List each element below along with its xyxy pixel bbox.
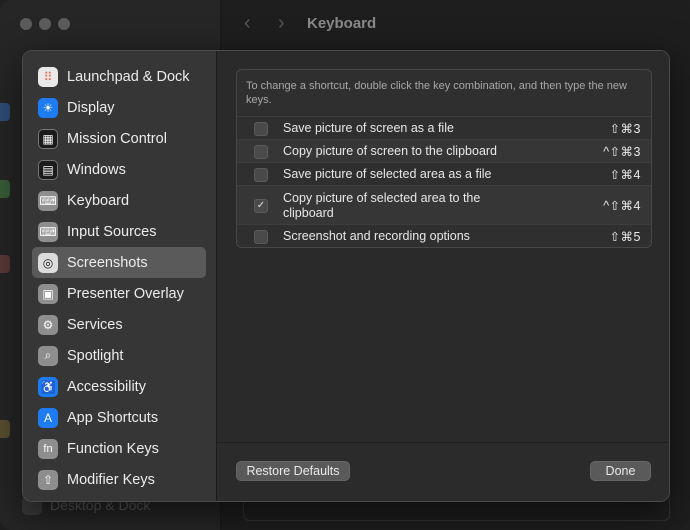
shortcuts-list: To change a shortcut, double click the k… bbox=[236, 69, 652, 248]
sidebar-item-label: Display bbox=[67, 99, 115, 116]
instructions-text: To change a shortcut, double click the k… bbox=[246, 80, 627, 106]
mission-control-icon: ▦ bbox=[38, 128, 58, 149]
shortcuts-main: To change a shortcut, double click the k… bbox=[217, 51, 669, 501]
presenter-overlay-icon: ▣ bbox=[38, 283, 58, 304]
minimize-window-button[interactable] bbox=[39, 18, 51, 30]
sidebar-item-function-keys[interactable]: fn Function Keys bbox=[32, 433, 206, 464]
close-window-button[interactable] bbox=[20, 18, 32, 30]
shortcut-label: Copy picture of selected area to the cli… bbox=[283, 190, 481, 220]
windows-icon: ▤ bbox=[38, 159, 58, 180]
background-sidebar-icon bbox=[0, 420, 10, 438]
sidebar-item-windows[interactable]: ▤ Windows bbox=[32, 154, 206, 185]
sidebar-item-label: Accessibility bbox=[67, 378, 146, 395]
sidebar-item-label: Windows bbox=[67, 161, 126, 178]
sidebar-item-label: Presenter Overlay bbox=[67, 285, 184, 302]
screenshots-icon: ◎ bbox=[38, 252, 58, 273]
launchpad-icon: ⠿ bbox=[38, 66, 58, 87]
shortcut-label: Save picture of selected area as a file bbox=[283, 167, 492, 181]
background-sidebar-icon bbox=[0, 255, 10, 273]
sidebar-item-app-shortcuts[interactable]: A App Shortcuts bbox=[32, 402, 206, 433]
sidebar-item-display[interactable]: ☀ Display bbox=[32, 92, 206, 123]
shortcut-label: Copy picture of screen to the clipboard bbox=[283, 144, 498, 158]
sidebar-item-input-sources[interactable]: ⌨ Input Sources bbox=[32, 216, 206, 247]
shortcut-checkbox[interactable] bbox=[254, 229, 268, 244]
shortcut-row[interactable]: Save picture of selected area as a file … bbox=[237, 162, 651, 186]
sidebar-item-screenshots[interactable]: ◎ Screenshots bbox=[32, 247, 206, 278]
keyboard-icon: ⌨ bbox=[38, 190, 58, 211]
shortcut-row[interactable]: Screenshot and recording options ⇧⌘5 bbox=[237, 224, 651, 247]
shortcut-keys[interactable]: ⇧⌘3 bbox=[610, 121, 641, 136]
app-shortcuts-icon: A bbox=[38, 407, 58, 428]
zoom-window-button[interactable] bbox=[58, 18, 70, 30]
shortcut-label: Save picture of screen as a file bbox=[283, 121, 454, 135]
sidebar-item-mission-control[interactable]: ▦ Mission Control bbox=[32, 123, 206, 154]
forward-arrow-icon[interactable]: › bbox=[278, 12, 285, 35]
shortcut-row[interactable]: ✓ Copy picture of selected area to the c… bbox=[237, 185, 651, 225]
sidebar-item-label: Modifier Keys bbox=[67, 471, 155, 488]
shortcut-checkbox[interactable] bbox=[254, 121, 268, 136]
sheet-footer: Restore Defaults Done bbox=[217, 442, 669, 501]
shortcut-checkbox[interactable] bbox=[254, 144, 268, 159]
function-keys-icon: fn bbox=[38, 438, 58, 459]
sidebar-item-accessibility[interactable]: ♿ Accessibility bbox=[32, 371, 206, 402]
sidebar-item-label: Services bbox=[67, 316, 123, 333]
shortcut-checkbox[interactable] bbox=[254, 167, 268, 182]
shortcut-row[interactable]: Copy picture of screen to the clipboard … bbox=[237, 139, 651, 163]
background-sidebar-icon bbox=[0, 103, 10, 121]
sidebar-item-launchpad-dock[interactable]: ⠿ Launchpad & Dock bbox=[32, 61, 206, 92]
shortcut-keys[interactable]: ^⇧⌘3 bbox=[603, 144, 641, 159]
shortcuts-sidebar: ⠿ Launchpad & Dock ☀ Display ▦ Mission C… bbox=[23, 51, 217, 501]
shortcut-checkbox-checked[interactable]: ✓ bbox=[254, 198, 268, 213]
shortcut-label: Screenshot and recording options bbox=[283, 229, 470, 243]
modifier-keys-icon: ⇧ bbox=[38, 469, 58, 490]
sidebar-item-label: Keyboard bbox=[67, 192, 130, 209]
sidebar-item-label: Screenshots bbox=[67, 254, 148, 271]
sidebar-item-keyboard[interactable]: ⌨ Keyboard bbox=[32, 185, 206, 216]
input-sources-icon: ⌨ bbox=[38, 221, 58, 242]
checkmark-icon: ✓ bbox=[256, 200, 266, 211]
shortcut-keys[interactable]: ^⇧⌘4 bbox=[603, 198, 641, 213]
shortcut-row[interactable]: Save picture of screen as a file ⇧⌘3 bbox=[237, 116, 651, 140]
sidebar-item-spotlight[interactable]: ⌕ Spotlight bbox=[32, 340, 206, 371]
sidebar-item-label: Input Sources bbox=[67, 223, 157, 240]
sidebar-item-label: Spotlight bbox=[67, 347, 124, 364]
sidebar-item-label: Mission Control bbox=[67, 130, 167, 147]
window-title: Keyboard bbox=[307, 15, 377, 32]
sidebar-item-modifier-keys[interactable]: ⇧ Modifier Keys bbox=[32, 464, 206, 495]
back-arrow-icon[interactable]: ‹ bbox=[244, 12, 251, 35]
sidebar-item-label: App Shortcuts bbox=[67, 409, 159, 426]
done-button[interactable]: Done bbox=[590, 461, 651, 481]
keyboard-shortcuts-sheet: ⠿ Launchpad & Dock ☀ Display ▦ Mission C… bbox=[22, 50, 670, 502]
spotlight-icon: ⌕ bbox=[38, 345, 58, 366]
shortcut-keys[interactable]: ⇧⌘4 bbox=[610, 167, 641, 182]
display-icon: ☀ bbox=[38, 97, 58, 118]
background-sidebar-icon bbox=[0, 180, 10, 198]
sidebar-item-presenter-overlay[interactable]: ▣ Presenter Overlay bbox=[32, 278, 206, 309]
shortcut-keys[interactable]: ⇧⌘5 bbox=[610, 229, 641, 244]
sidebar-item-label: Function Keys bbox=[67, 440, 159, 457]
services-icon: ⚙ bbox=[38, 314, 58, 335]
sidebar-item-label: Launchpad & Dock bbox=[67, 68, 190, 85]
accessibility-icon: ♿ bbox=[38, 376, 58, 397]
restore-defaults-button[interactable]: Restore Defaults bbox=[236, 461, 350, 481]
sidebar-item-services[interactable]: ⚙ Services bbox=[32, 309, 206, 340]
